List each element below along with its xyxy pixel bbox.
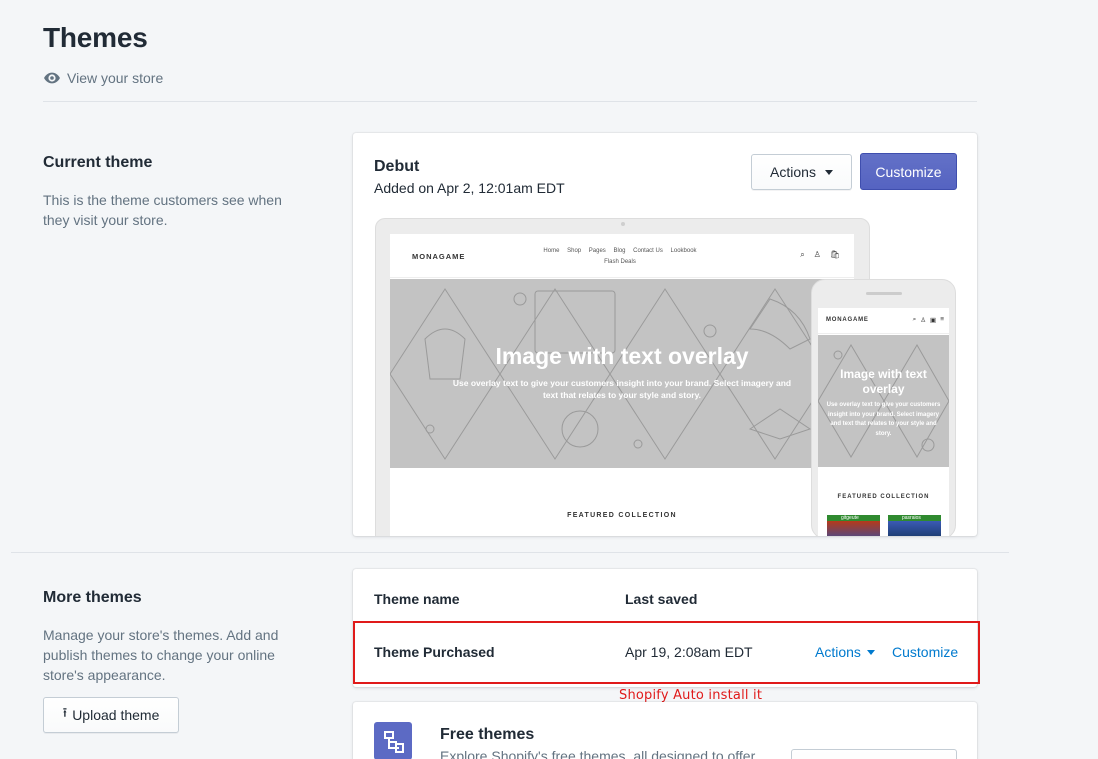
product-label: gitgeute [841, 515, 859, 521]
page-title: Themes [43, 22, 148, 53]
search-icon: ⌕ [800, 250, 805, 259]
hero-illustration [390, 288, 831, 460]
account-icon: ♙ [920, 317, 927, 324]
mobile-hero-title: Image with text overlay [840, 367, 927, 396]
annotation-text: Shopify Auto install it [619, 688, 763, 703]
mobile-hero-subtitle: Use overlay text to give your customers … [826, 402, 941, 437]
highlight-box [353, 621, 980, 684]
nav-item: Shop [567, 248, 582, 254]
featured-collection-heading: FEATURED COLLECTION [567, 512, 677, 519]
search-icon: ⌕ [912, 316, 917, 323]
account-icon: ♙ [813, 250, 821, 259]
free-themes-title: Free themes [440, 726, 535, 743]
product-label: pasraios [902, 515, 921, 521]
current-theme-card: Debut Added on Apr 2, 12:01am EDT Action… [353, 133, 977, 536]
more-themes-heading: More themes [43, 589, 142, 606]
current-theme-description: This is the theme customers see when the… [43, 192, 282, 228]
upload-icon: ⭱ [62, 705, 68, 720]
column-header-last-saved: Last saved [625, 591, 698, 607]
mobile-preview: MONAGAME ⌕ ♙ ▣ ≡ Image with text overlay… [811, 279, 956, 536]
header-divider [43, 101, 977, 102]
explore-free-themes-button[interactable] [791, 749, 957, 759]
free-themes-description: Explore Shopify's free themes, all desig… [440, 748, 756, 759]
mobile-product-thumb: pasraios [888, 515, 941, 536]
site-icons: ⌕ ♙ 🛍︎ [800, 250, 840, 260]
theme-name: Debut [374, 158, 420, 175]
current-theme-customize-button[interactable]: Customize [860, 153, 957, 190]
hero-title: Image with text overlay [495, 343, 749, 369]
hero-banner: Image with text overlay Use overlay text… [390, 279, 854, 468]
free-themes-icon [374, 722, 412, 759]
actions-label: Actions [770, 164, 816, 180]
current-theme-heading: Current theme [43, 154, 153, 171]
cart-icon: 🛍︎ [829, 250, 840, 259]
mobile-site-icons: ⌕ ♙ ▣ ≡ [913, 316, 944, 324]
nav-item: Pages [588, 248, 606, 254]
cart-icon: ▣ [930, 317, 937, 324]
caret-down-icon [824, 169, 833, 175]
hero-subtitle: Use overlay text to give your customers … [452, 378, 792, 400]
mobile-featured-heading: FEATURED COLLECTION [837, 494, 930, 500]
desktop-preview: MONAGAME Home Shop Pages Blog Contact Us… [375, 218, 870, 536]
nav-item: Contact Us [633, 248, 663, 254]
view-store-link[interactable]: View your store [43, 69, 163, 87]
site-header: MONAGAME Home Shop Pages Blog Contact Us… [390, 234, 854, 278]
site-nav: Home Shop Pages Blog Contact Us Lookbook… [520, 246, 720, 268]
nav-item: Blog [613, 248, 626, 254]
mobile-product-thumb: gitgeute [827, 515, 880, 536]
upload-theme-button[interactable]: ⭱ Upload theme [43, 697, 179, 733]
free-themes-card: Free themes Explore Shopify's free theme… [353, 702, 977, 759]
section-divider [11, 552, 1009, 553]
nav-item: Home [543, 248, 560, 254]
mobile-screen: MONAGAME ⌕ ♙ ▣ ≡ Image with text overlay… [818, 308, 949, 536]
menu-icon: ≡ [940, 316, 944, 323]
theme-added-date: Added on Apr 2, 12:01am EDT [374, 180, 565, 196]
more-themes-description: Manage your store's themes. Add and publ… [43, 627, 279, 683]
mobile-hero-banner: Image with text overlay Use overlay text… [818, 335, 949, 467]
column-header-theme-name: Theme name [374, 591, 460, 607]
mobile-site-logo: MONAGAME [826, 317, 869, 323]
mobile-site-header: MONAGAME ⌕ ♙ ▣ ≡ [818, 308, 949, 334]
eye-icon [44, 72, 60, 84]
nav-item: Flash Deals [604, 259, 636, 265]
site-logo: MONAGAME [412, 252, 466, 261]
camera-dot [621, 222, 625, 226]
desktop-screen: MONAGAME Home Shop Pages Blog Contact Us… [390, 234, 854, 536]
current-theme-actions-button[interactable]: Actions [751, 154, 852, 190]
mobile-speaker [866, 292, 902, 295]
view-store-label: View your store [67, 70, 164, 86]
nav-item: Lookbook [670, 248, 697, 254]
upload-theme-label: Upload theme [72, 707, 160, 723]
